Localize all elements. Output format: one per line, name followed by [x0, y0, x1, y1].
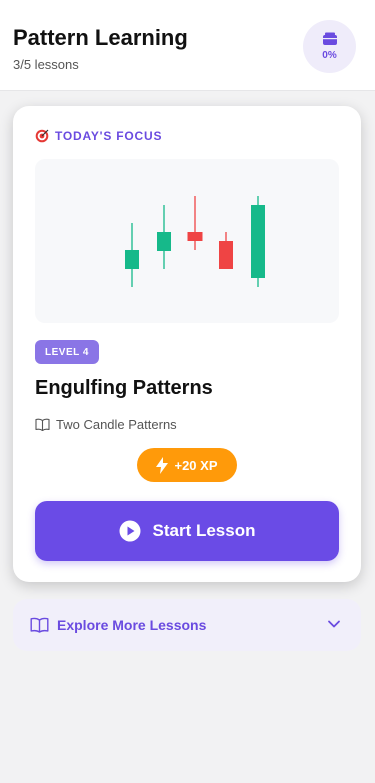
candle-2 — [157, 205, 171, 269]
page-title: Pattern Learning — [13, 25, 188, 50]
candle-body — [125, 250, 139, 269]
lesson-title: Engulfing Patterns — [35, 377, 213, 399]
candle-body — [251, 205, 265, 278]
lesson-count: 3/5 lessons — [13, 57, 79, 72]
candle-body — [187, 232, 203, 241]
lightning-icon — [156, 456, 169, 474]
app-header: Pattern Learning 3/5 lessons 0% — [0, 0, 375, 91]
candle-5 — [251, 196, 265, 287]
progress-badge[interactable]: 0% — [303, 20, 356, 73]
category-label: Two Candle Patterns — [56, 417, 177, 432]
chevron-down-icon[interactable] — [327, 617, 341, 631]
level-badge: LEVEL 4 — [35, 340, 99, 364]
focus-label: TODAY'S FOCUS — [55, 129, 163, 143]
play-icon — [119, 520, 140, 542]
candle-body — [219, 241, 233, 269]
explore-more-lessons[interactable]: Explore More Lessons — [13, 599, 361, 651]
xp-reward-badge: +20 XP — [137, 448, 237, 482]
target-icon — [35, 129, 49, 143]
candlestick-chart — [35, 159, 339, 323]
xp-label: +20 XP — [174, 457, 218, 473]
lesson-category: Two Candle Patterns — [35, 417, 177, 432]
start-lesson-button[interactable]: Start Lesson — [35, 501, 339, 561]
candlestick-svg — [125, 196, 265, 287]
book-stack-icon — [322, 32, 337, 45]
progress-percent: 0% — [322, 50, 337, 61]
explore-label-row: Explore More Lessons — [30, 599, 206, 651]
explore-label: Explore More Lessons — [57, 617, 207, 633]
candle-3 — [187, 196, 203, 250]
candle-4 — [219, 232, 233, 269]
open-book-icon — [30, 617, 49, 633]
open-book-icon — [35, 418, 50, 431]
focus-row: TODAY'S FOCUS — [35, 129, 162, 143]
candle-1 — [125, 223, 139, 287]
candle-body — [157, 232, 171, 251]
focus-card: TODAY'S FOCUS LEVEL 4 Engulfing Patterns… — [13, 106, 361, 582]
start-lesson-label: Start Lesson — [152, 521, 256, 540]
